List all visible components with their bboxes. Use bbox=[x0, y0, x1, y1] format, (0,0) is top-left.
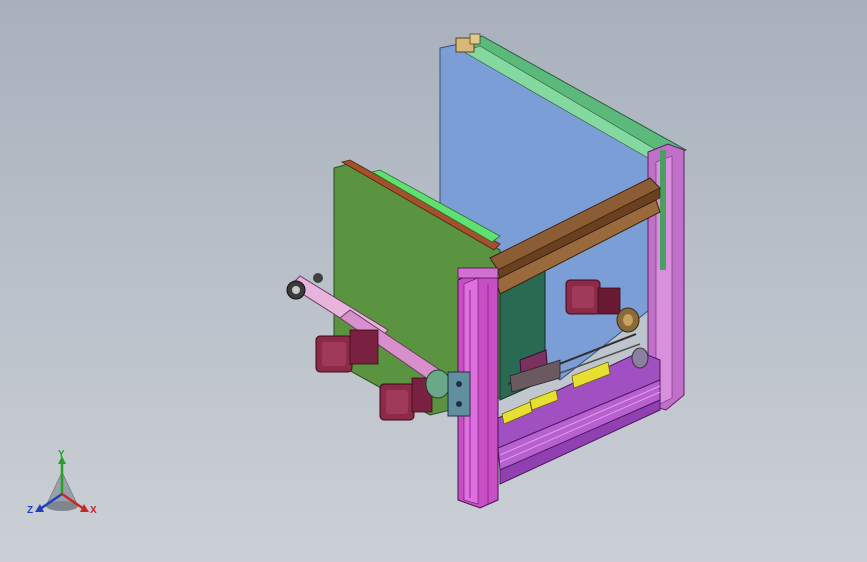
triad-y-label: Y bbox=[58, 449, 65, 460]
view-orientation-triad[interactable]: Y Z X bbox=[20, 444, 110, 524]
arm-pivot-top[interactable] bbox=[313, 273, 323, 283]
right-post-green-strip[interactable] bbox=[660, 150, 666, 270]
triad-z-label: Z bbox=[27, 505, 34, 516]
corner-bracket-top-2[interactable] bbox=[469, 33, 481, 45]
cad-assembly-model[interactable] bbox=[0, 0, 867, 562]
motor-left-mid-body[interactable] bbox=[349, 329, 379, 365]
bearing-mount[interactable] bbox=[447, 371, 471, 417]
cad-viewport[interactable]: Y Z X bbox=[0, 0, 867, 562]
motor-upper-right-body[interactable] bbox=[597, 287, 621, 315]
triad-x-label: X bbox=[90, 505, 97, 516]
bearing-coupler[interactable] bbox=[425, 369, 451, 399]
front-post-top-cap[interactable] bbox=[457, 267, 499, 279]
rod-end-bracket bbox=[631, 347, 649, 369]
